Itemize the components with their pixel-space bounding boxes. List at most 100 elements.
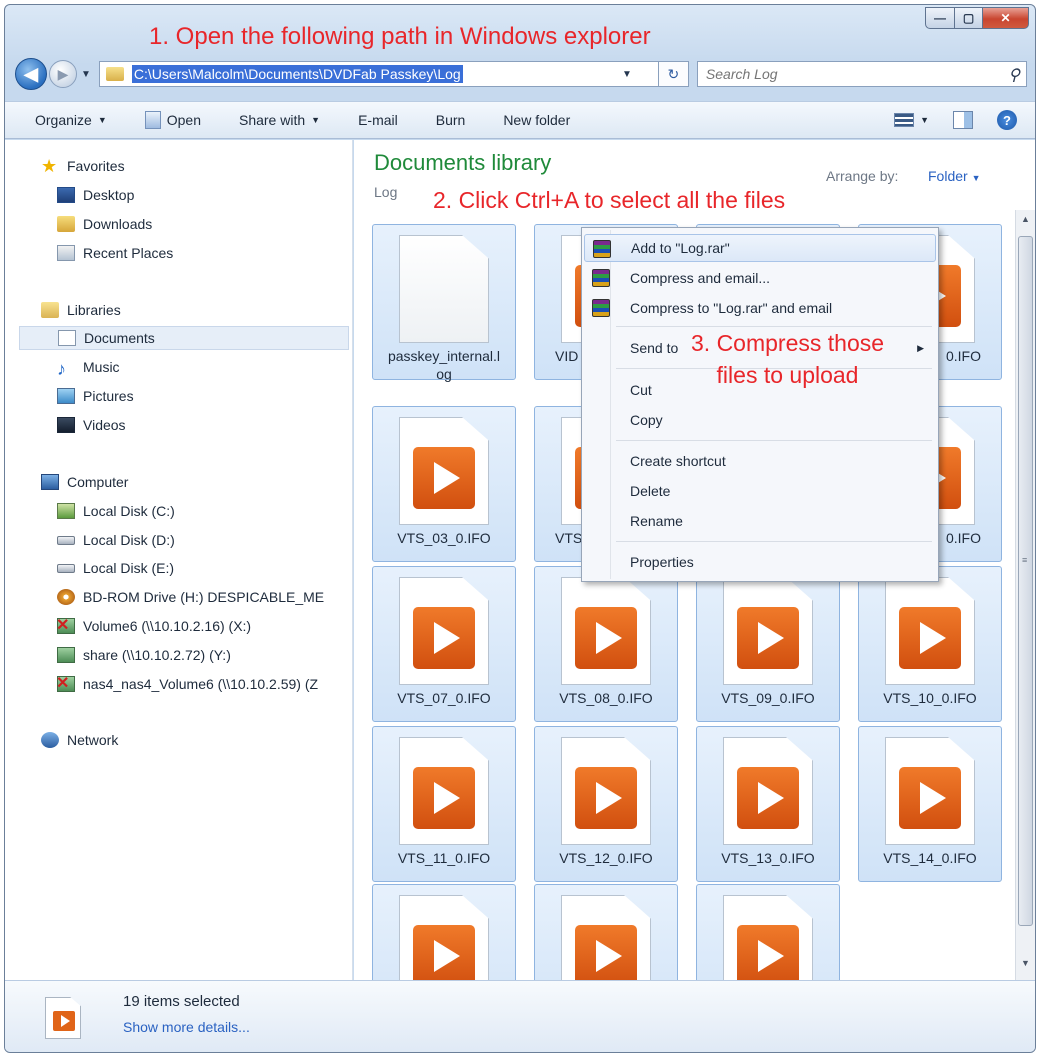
back-button[interactable]: ◀ (15, 58, 47, 90)
close-button[interactable]: ✕ (983, 7, 1029, 29)
file-tile[interactable]: VTS_14_0.IFO (858, 726, 1002, 882)
annotation-step-3: 3. Compress those files to upload (691, 327, 884, 391)
nav-label: Favorites (67, 158, 125, 174)
downloads-icon (57, 216, 75, 232)
address-dropdown-icon[interactable]: ▼ (622, 69, 632, 80)
chevron-down-icon: ▼ (971, 173, 981, 183)
change-view-button[interactable]: ▼ (894, 113, 929, 127)
file-tile[interactable]: VTS_08_0.IFO (534, 566, 678, 722)
nav-pictures[interactable]: Pictures (57, 384, 134, 408)
nav-recent-places[interactable]: Recent Places (57, 241, 173, 265)
nav-bd-rom[interactable]: BD-ROM Drive (H:) DESPICABLE_ME (57, 585, 324, 609)
nav-computer[interactable]: Computer (41, 470, 128, 494)
nav-disk-e[interactable]: Local Disk (E:) (57, 556, 174, 580)
nav-favorites[interactable]: ★ Favorites (41, 154, 125, 178)
nav-music[interactable]: ♪ Music (57, 355, 120, 379)
scroll-thumb[interactable] (1018, 236, 1033, 926)
play-icon (575, 607, 637, 669)
address-bar[interactable]: C:\Users\Malcolm\Documents\DVDFab Passke… (98, 61, 659, 87)
help-icon[interactable]: ? (997, 110, 1017, 130)
menu-properties[interactable]: Properties (584, 548, 936, 576)
file-tile[interactable]: VTS_03_0.IFO (372, 406, 516, 562)
file-tile[interactable]: VTS_07_0.IFO (372, 566, 516, 722)
navigation-pane: ★ Favorites Desktop Downloads Recent Plac… (5, 140, 353, 980)
forward-button[interactable]: ▶ (49, 60, 77, 88)
file-tile[interactable]: VTS_13_0.IFO (696, 726, 840, 882)
menu-label: Cut (630, 382, 652, 398)
file-tile[interactable]: VTS_11_0.IFO (372, 726, 516, 882)
library-subtitle: Log (374, 184, 398, 200)
nav-videos[interactable]: Videos (57, 413, 126, 437)
file-tile[interactable]: VTS_09_0.IFO (696, 566, 840, 722)
nav-documents[interactable]: Documents (19, 326, 349, 350)
new-folder-button[interactable]: New folder (503, 112, 570, 128)
nav-label: Music (83, 359, 120, 375)
file-name: VTS_03_0.IFO (397, 530, 491, 546)
search-icon[interactable]: ⚲ (1008, 65, 1020, 85)
nav-desktop[interactable]: Desktop (57, 183, 134, 207)
file-tile[interactable]: VTS_10_0.IFO (858, 566, 1002, 722)
recent-places-icon (57, 245, 75, 261)
maximize-button[interactable]: ▢ (955, 7, 983, 29)
organize-label: Organize (35, 112, 92, 128)
file-tile[interactable] (372, 884, 516, 980)
view-icon (894, 113, 915, 127)
nav-volume6[interactable]: Volume6 (\\10.10.2.16) (X:) (56, 614, 251, 638)
preview-pane-icon[interactable] (953, 111, 973, 129)
scroll-down-icon[interactable]: ▼ (1016, 958, 1035, 976)
nav-label: Pictures (83, 388, 134, 404)
menu-create-shortcut[interactable]: Create shortcut (584, 447, 936, 475)
caption-buttons: — ▢ ✕ (925, 7, 1029, 29)
annotation-step-2: 2. Click Ctrl+A to select all the files (433, 187, 786, 213)
burn-button[interactable]: Burn (436, 112, 466, 128)
menu-copy[interactable]: Copy (584, 406, 936, 434)
vertical-scrollbar[interactable]: ▲ ≡ ▼ (1015, 210, 1035, 980)
local-disk-icon (57, 535, 75, 545)
menu-rename[interactable]: Rename (584, 507, 936, 535)
nav-label: Recent Places (83, 245, 174, 261)
nav-disk-d[interactable]: Local Disk (D:) (57, 528, 175, 552)
play-icon (899, 607, 961, 669)
nav-network[interactable]: Network (41, 728, 118, 752)
address-path[interactable]: C:\Users\Malcolm\Documents\DVDFab Passke… (131, 65, 463, 83)
arrange-by-label: Arrange by: (826, 168, 899, 184)
share-with-button[interactable]: Share with ▼ (239, 112, 320, 128)
arrange-by-dropdown[interactable]: Folder ▼ (928, 168, 981, 184)
file-tile[interactable] (534, 884, 678, 980)
email-button[interactable]: E-mail (358, 112, 398, 128)
history-dropdown-icon[interactable]: ▼ (81, 69, 91, 80)
nav-nas4[interactable]: nas4_nas4_Volume6 (\\10.10.2.59) (Z (56, 672, 318, 696)
file-tile[interactable] (696, 884, 840, 980)
nav-label: Network (67, 732, 119, 748)
show-more-details-link[interactable]: Show more details... (123, 1019, 250, 1035)
play-icon (737, 767, 799, 829)
menu-separator (616, 541, 932, 542)
view-controls: ▼ ? (894, 110, 1017, 130)
file-tile[interactable]: passkey_internal.l og (372, 224, 516, 382)
nav-share[interactable]: share (\\10.10.2.72) (Y:) (57, 643, 231, 667)
menu-compress-to-rar-email[interactable]: Compress to "Log.rar" and email (584, 294, 936, 322)
menu-label: Delete (630, 483, 671, 499)
refresh-button[interactable]: ↻ (658, 61, 689, 87)
scroll-up-icon[interactable]: ▲ (1016, 214, 1035, 232)
desktop-icon (57, 187, 75, 203)
organize-button[interactable]: Organize ▼ (35, 112, 107, 128)
computer-icon (41, 474, 59, 490)
nav-label: Local Disk (C:) (83, 503, 175, 519)
nav-downloads[interactable]: Downloads (57, 212, 152, 236)
search-input[interactable] (705, 66, 966, 82)
disconnected-network-drive-icon (56, 615, 75, 635)
menu-add-to-rar[interactable]: Add to "Log.rar" (584, 234, 936, 262)
nav-libraries[interactable]: Libraries (41, 298, 121, 322)
search-box[interactable]: ⚲ (696, 61, 1027, 87)
play-icon (413, 767, 475, 829)
nav-disk-c[interactable]: Local Disk (C:) (57, 499, 175, 523)
file-name: VTS_14_0.IFO (883, 850, 977, 866)
file-tile[interactable]: VTS_12_0.IFO (534, 726, 678, 882)
minimize-button[interactable]: — (925, 7, 955, 29)
disc-drive-icon (57, 589, 75, 605)
open-button[interactable]: Open (144, 111, 201, 129)
menu-compress-email[interactable]: Compress and email... (584, 264, 936, 292)
menu-delete[interactable]: Delete (584, 477, 936, 505)
arrange-by-value: Folder (928, 168, 968, 184)
